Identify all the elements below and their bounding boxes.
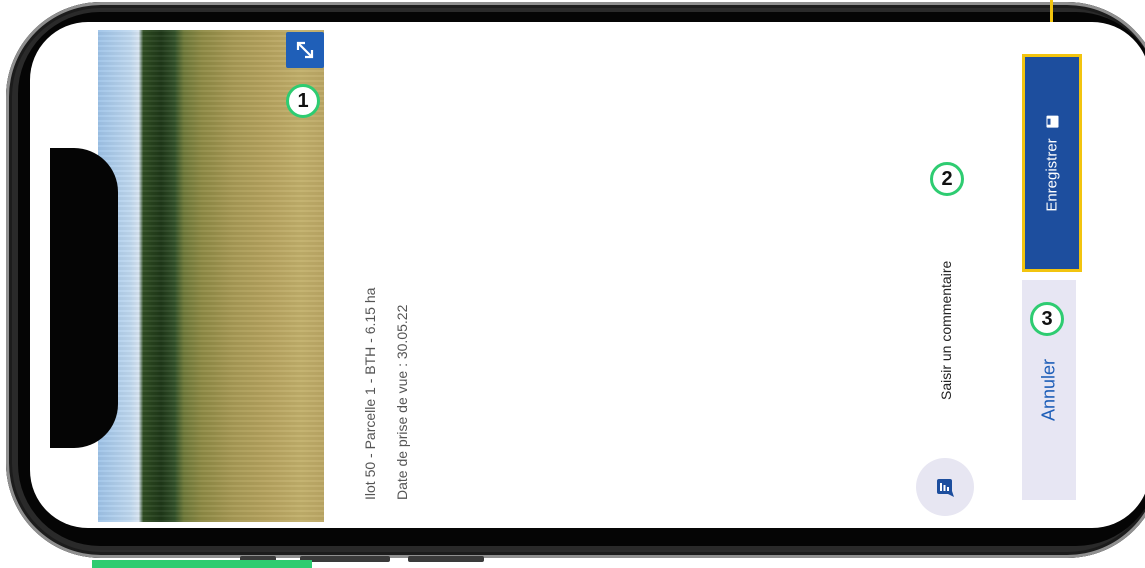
comment-input[interactable]: Saisir un commentaire (938, 261, 954, 400)
step-badge-2: 2 (930, 162, 964, 196)
floppy-disk-icon (1046, 115, 1058, 128)
cancel-button-label: Annuler (1038, 358, 1059, 422)
phone-notch (50, 148, 118, 448)
expand-photo-button[interactable] (286, 32, 324, 68)
phone-screen: 1 Ilot 50 - Parcelle 1 - BTH - 6.15 ha D… (30, 22, 1145, 528)
comment-list-icon (937, 479, 954, 497)
volume-button (408, 556, 484, 562)
annotation-highlight-strip (92, 560, 312, 568)
expand-arrows-icon (296, 41, 314, 59)
save-button[interactable]: Enregistrer (1022, 54, 1082, 272)
step-badge-1: 1 (286, 84, 320, 118)
photo-date-text: Date de prise de vue : 30.05.22 (394, 304, 410, 500)
volume-button (300, 556, 390, 562)
save-button-label: Enregistrer (1043, 138, 1061, 212)
step-badge-3: 3 (1030, 302, 1064, 336)
comment-button[interactable] (916, 458, 974, 516)
plot-info-text: Ilot 50 - Parcelle 1 - BTH - 6.15 ha (362, 287, 378, 500)
